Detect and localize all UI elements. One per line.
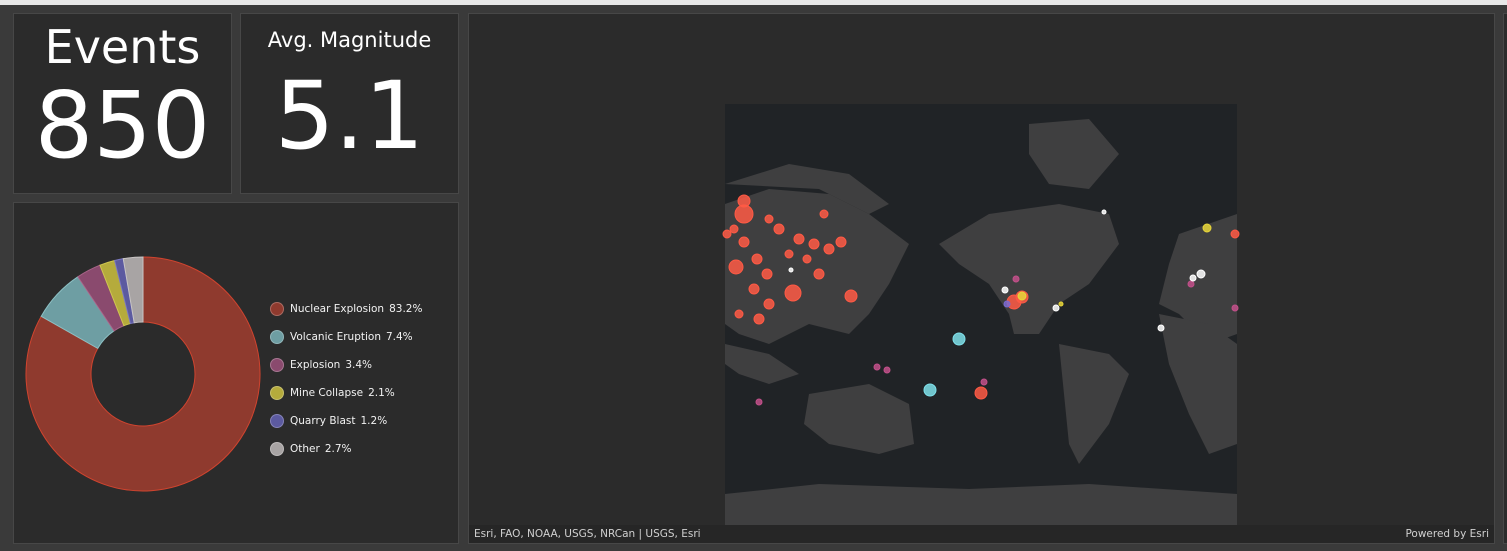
event-point-nuclear[interactable] [734, 309, 744, 319]
event-point-nuclear[interactable] [819, 209, 829, 219]
map-canvas[interactable] [469, 14, 1494, 525]
legend-label: Quarry Blast [290, 415, 356, 427]
event-point-volcanic[interactable] [923, 383, 937, 397]
event-point-nuclear[interactable] [974, 386, 988, 400]
event-point-volcanic[interactable] [952, 332, 966, 346]
side-panel [1503, 13, 1507, 544]
legend-swatch [270, 386, 284, 400]
donut-chart [25, 256, 261, 492]
event-point-nuclear[interactable] [761, 268, 773, 280]
chart-legend: Nuclear Explosion 83.2% Volcanic Eruption 7… [270, 295, 422, 463]
legend-item[interactable]: Quarry Blast 1.2% [270, 407, 422, 435]
avg-magnitude-indicator: Avg. Magnitude 5.1 [240, 13, 459, 194]
legend-swatch [270, 302, 284, 316]
legend-percent: 7.4% [385, 331, 413, 343]
legend-label: Other [290, 443, 320, 455]
map-view[interactable]: Esri, FAO, NOAA, USGS, NRCan | USGS, Esr… [468, 13, 1495, 544]
event-point-explosion[interactable] [873, 363, 881, 371]
event-point-nuclear[interactable] [813, 268, 825, 280]
event-point-nuclear[interactable] [823, 243, 835, 255]
event-point-explosion[interactable] [1231, 304, 1239, 312]
event-point-quarry[interactable] [1003, 300, 1011, 308]
legend-percent: 83.2% [389, 303, 423, 315]
event-point-other[interactable] [1196, 269, 1206, 279]
legend-percent: 3.4% [345, 359, 373, 371]
event-point-nuclear[interactable] [802, 254, 812, 264]
avg-magnitude-value: 5.1 [274, 62, 425, 171]
event-type-pie-chart: Nuclear Explosion 83.2% Volcanic Eruption 7… [13, 202, 459, 544]
events-title: Events [44, 20, 201, 74]
legend-swatch [270, 442, 284, 456]
legend-label: Volcanic Eruption [290, 331, 381, 343]
legend-item[interactable]: Nuclear Explosion 83.2% [270, 295, 422, 323]
event-point-nuclear[interactable] [793, 233, 805, 245]
legend-swatch [270, 414, 284, 428]
event-point-nuclear[interactable] [738, 236, 750, 248]
event-point-explosion[interactable] [980, 378, 988, 386]
event-point-other[interactable] [1101, 209, 1107, 215]
event-point-nuclear[interactable] [722, 229, 732, 239]
event-point-nuclear[interactable] [773, 223, 785, 235]
avg-magnitude-title: Avg. Magnitude [267, 28, 432, 52]
event-point-nuclear[interactable] [808, 238, 820, 250]
event-point-explosion[interactable] [883, 366, 891, 374]
event-point-nuclear[interactable] [737, 194, 751, 208]
event-point-explosion[interactable] [755, 398, 763, 406]
event-point-other[interactable] [1157, 324, 1165, 332]
event-point-nuclear[interactable] [751, 253, 763, 265]
event-point-nuclear[interactable] [728, 259, 744, 275]
map-attribution-bar: Esri, FAO, NOAA, USGS, NRCan | USGS, Esr… [469, 525, 1494, 543]
event-point-nuclear[interactable] [729, 224, 739, 234]
event-point-other[interactable] [1189, 274, 1197, 282]
powered-by-esri[interactable]: Powered by Esri [1405, 525, 1489, 543]
event-point-other[interactable] [788, 267, 794, 273]
legend-item[interactable]: Volcanic Eruption 7.4% [270, 323, 422, 351]
events-value: 850 [34, 72, 211, 179]
event-point-nuclear[interactable] [734, 204, 754, 224]
map-attribution: Esri, FAO, NOAA, USGS, NRCan | USGS, Esr… [474, 528, 701, 540]
legend-item[interactable]: Other 2.7% [270, 435, 422, 463]
event-point-other[interactable] [1052, 304, 1060, 312]
event-point-nuclear[interactable] [763, 298, 775, 310]
legend-percent: 2.7% [324, 443, 352, 455]
event-point-mine[interactable] [1017, 291, 1027, 301]
legend-item[interactable]: Explosion 3.4% [270, 351, 422, 379]
top-strip [0, 0, 1507, 5]
event-point-other[interactable] [1001, 286, 1009, 294]
legend-percent: 1.2% [360, 415, 388, 427]
event-point-nuclear[interactable] [753, 313, 765, 325]
legend-swatch [270, 330, 284, 344]
event-point-nuclear[interactable] [784, 284, 802, 302]
legend-label: Mine Collapse [290, 387, 364, 399]
event-point-nuclear[interactable] [784, 249, 794, 259]
legend-label: Explosion [290, 359, 341, 371]
event-point-mine[interactable] [1202, 223, 1212, 233]
event-point-nuclear[interactable] [764, 214, 774, 224]
legend-item[interactable]: Mine Collapse 2.1% [270, 379, 422, 407]
legend-label: Nuclear Explosion [290, 303, 385, 315]
events-indicator: Events 850 [13, 13, 232, 194]
event-point-explosion[interactable] [1187, 280, 1195, 288]
legend-percent: 2.1% [368, 387, 395, 399]
event-point-mine[interactable] [1058, 301, 1064, 307]
event-point-nuclear[interactable] [748, 283, 760, 295]
event-point-nuclear[interactable] [835, 236, 847, 248]
event-point-nuclear[interactable] [1230, 229, 1240, 239]
event-point-nuclear[interactable] [844, 289, 858, 303]
event-point-explosion[interactable] [1012, 275, 1020, 283]
legend-swatch [270, 358, 284, 372]
